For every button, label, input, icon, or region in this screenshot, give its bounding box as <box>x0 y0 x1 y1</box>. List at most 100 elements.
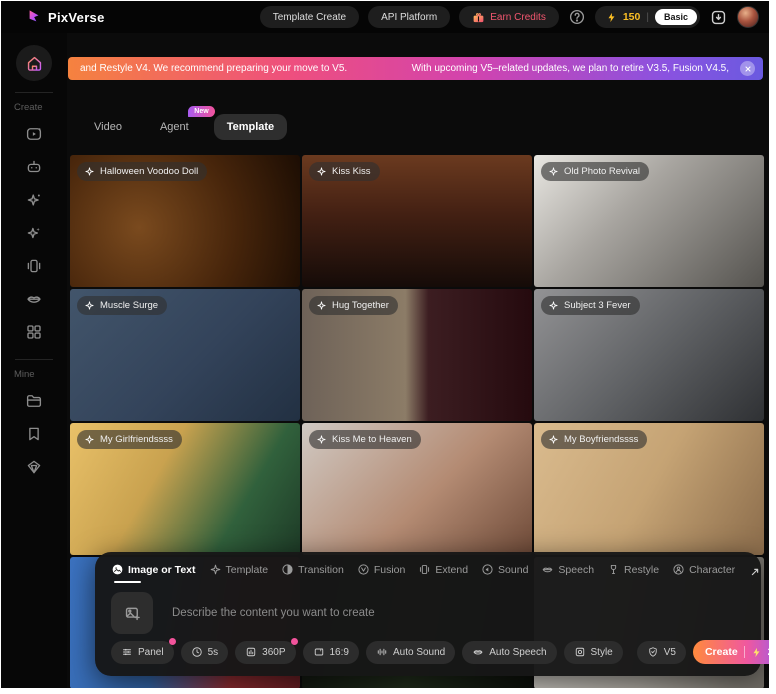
panel-tab-transition[interactable]: Transition <box>281 563 344 584</box>
sidebar-item-rewards[interactable] <box>17 450 51 483</box>
panel-tab-extend[interactable]: Extend <box>418 563 468 584</box>
tab-template[interactable]: Template <box>214 114 287 140</box>
sidebar-item-agent[interactable] <box>17 150 51 183</box>
panel-tab-restyle[interactable]: Restyle <box>607 563 659 584</box>
sidebar-item-effects[interactable] <box>17 183 51 216</box>
option-auto-speech[interactable]: Auto Speech <box>462 641 556 664</box>
template-card-my-boyfriendssss[interactable]: My Boyfriendssss <box>534 423 764 555</box>
sidebar-item-video[interactable] <box>17 117 51 150</box>
template-card-old-photo-revival[interactable]: Old Photo Revival <box>534 155 764 287</box>
sparkle-icon <box>316 434 327 445</box>
quality-icon <box>245 646 257 658</box>
sidebar-mine-items <box>17 384 51 483</box>
options-row: Panel 5s 360P 16:9 Auto Sound Auto Speec… <box>95 640 761 676</box>
fusion-icon <box>357 563 370 576</box>
banner-message-left: and Restyle V4. We recommend preparing y… <box>80 63 347 74</box>
api-platform-button[interactable]: API Platform <box>368 6 450 28</box>
help-icon[interactable] <box>568 8 586 26</box>
banner-close-button[interactable] <box>740 61 755 76</box>
sidebar-item-lip-sync[interactable] <box>17 282 51 315</box>
sliders-icon <box>121 646 133 658</box>
panel-tab-fusion[interactable]: Fusion <box>357 563 406 584</box>
template-card-subject-3-fever[interactable]: Subject 3 Fever <box>534 289 764 421</box>
model-selector[interactable]: V5 <box>637 641 686 664</box>
create-label: Create <box>705 646 738 658</box>
sparkle-icon <box>316 300 327 311</box>
expand-panel-icon[interactable] <box>748 565 762 579</box>
sparkle-icon <box>84 300 95 311</box>
api-platform-label: API Platform <box>381 12 437 23</box>
sidebar-create-label: Create <box>1 102 43 113</box>
template-card-muscle-surge[interactable]: Muscle Surge <box>70 289 300 421</box>
option-360p[interactable]: 360P <box>235 641 295 664</box>
template-card-hug-together[interactable]: Hug Together <box>302 289 532 421</box>
template-card-title: Kiss Kiss <box>309 162 380 181</box>
equalizer-icon <box>376 646 388 658</box>
option-16-9[interactable]: 16:9 <box>303 641 359 664</box>
restyle-icon <box>607 563 620 576</box>
sound-icon <box>481 563 494 576</box>
bolt-icon <box>751 647 762 658</box>
template-card-title: Subject 3 Fever <box>541 296 640 315</box>
new-badge: New <box>188 106 214 117</box>
bookmark-icon <box>25 425 43 443</box>
template-create-button[interactable]: Template Create <box>260 6 359 28</box>
pixverse-app: PixVerse Template Create API Platform Ea… <box>1 1 769 688</box>
earn-credits-button[interactable]: Earn Credits <box>459 6 559 28</box>
sparkle-dot-icon <box>25 191 43 209</box>
top-bar: PixVerse Template Create API Platform Ea… <box>1 1 769 33</box>
tab-agent[interactable]: AgentNew <box>147 114 202 140</box>
download-app-icon[interactable] <box>709 8 728 27</box>
upload-image-button[interactable] <box>111 592 153 634</box>
option-5s[interactable]: 5s <box>181 641 229 664</box>
sidebar-item-templates[interactable] <box>17 315 51 348</box>
create-button[interactable]: Create 20 <box>693 640 769 664</box>
panel-tab-sound[interactable]: Sound <box>481 563 528 584</box>
template-card-kiss-kiss[interactable]: Kiss Kiss <box>302 155 532 287</box>
notification-dot <box>291 638 298 645</box>
template-card-kiss-me-to-heaven[interactable]: Kiss Me to Heaven <box>302 423 532 555</box>
extend-frame-icon <box>25 257 43 275</box>
panel-tab-template[interactable]: Template <box>209 563 269 584</box>
user-avatar[interactable] <box>737 6 759 28</box>
sidebar-divider <box>15 359 53 360</box>
template-card-title: Halloween Voodoo Doll <box>77 162 207 181</box>
robot-icon <box>25 158 43 176</box>
brand-name: PixVerse <box>48 10 105 25</box>
panel-tab-character[interactable]: Character <box>672 563 735 584</box>
tab-video[interactable]: Video <box>81 114 135 140</box>
creation-panel: Image or Text Template Transition Fusion… <box>95 552 761 676</box>
prompt-row <box>95 584 761 640</box>
panel-tab-speech[interactable]: Speech <box>541 563 594 584</box>
plan-badge: Basic <box>655 9 697 25</box>
prompt-input[interactable] <box>170 606 745 620</box>
credits-pill[interactable]: 150 | Basic <box>595 6 700 28</box>
option-auto-sound[interactable]: Auto Sound <box>366 641 455 664</box>
sidebar-item-assets[interactable] <box>17 384 51 417</box>
notification-dot <box>169 638 176 645</box>
transition-icon <box>281 563 294 576</box>
clock-icon <box>191 646 203 658</box>
sidebar-item-restyle[interactable] <box>17 216 51 249</box>
option-panel[interactable]: Panel <box>111 641 174 664</box>
pixverse-logo-icon <box>25 9 42 26</box>
close-icon <box>744 65 752 73</box>
create-cost: 20 <box>768 646 769 658</box>
template-card-title: My Girlfriendssss <box>77 430 182 449</box>
sidebar-item-favorites[interactable] <box>17 417 51 450</box>
brand[interactable]: PixVerse <box>25 9 105 26</box>
template-card-my-girlfriendssss[interactable]: My Girlfriendssss <box>70 423 300 555</box>
template-card-halloween-voodoo-doll[interactable]: Halloween Voodoo Doll <box>70 155 300 287</box>
style-icon <box>574 646 586 658</box>
character-icon <box>672 563 685 576</box>
sidebar-item-home[interactable] <box>16 45 52 81</box>
option-style[interactable]: Style <box>564 641 623 664</box>
template-card-title: Muscle Surge <box>77 296 167 315</box>
sparkle-icon <box>84 166 95 177</box>
lips-icon <box>25 290 43 308</box>
sidebar-item-extend[interactable] <box>17 249 51 282</box>
panel-tab-image-or-text[interactable]: Image or Text <box>111 563 196 584</box>
sidebar-mine-label: Mine <box>1 369 35 380</box>
aspect-icon <box>313 646 325 658</box>
home-icon <box>25 54 44 73</box>
